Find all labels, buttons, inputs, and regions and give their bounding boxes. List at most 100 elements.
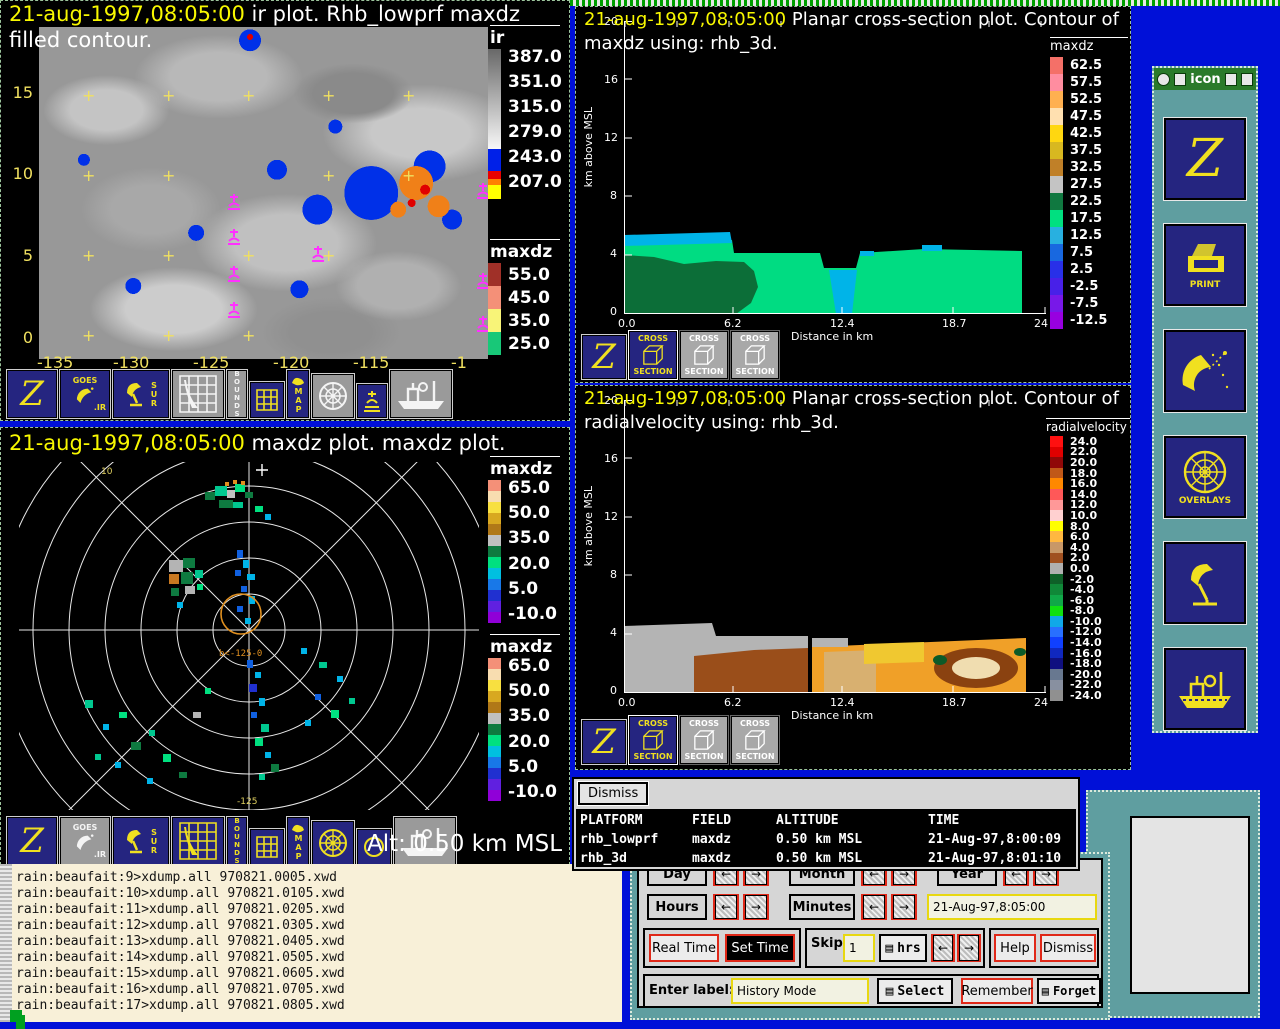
xsec-radial-plot[interactable] <box>624 400 1046 693</box>
ir-colorbar-labels: 387.0351.0315.0279.0243.0207.0 <box>508 45 562 195</box>
colorbar-entry: 37.5 <box>1050 142 1107 159</box>
map-button[interactable]: MAP <box>287 817 309 865</box>
skip-value-field[interactable] <box>843 934 875 962</box>
goes-ir-button[interactable]: GOES.IR <box>60 817 110 865</box>
grid-plus-marker: + <box>242 248 255 264</box>
colorbar-swatch <box>488 491 501 502</box>
xsec-maxdz-plot[interactable] <box>624 21 1046 314</box>
cross-section-button-2[interactable]: CROSSSECTION <box>680 331 728 379</box>
window-minimize-button[interactable] <box>1225 73 1237 86</box>
zeb-main-button[interactable]: Z <box>1164 118 1246 200</box>
minutes-increment-button[interactable]: → <box>891 894 917 920</box>
terminal-scrollbar[interactable] <box>0 864 12 1022</box>
arrow-left-icon: ← <box>863 895 885 919</box>
colorbar-swatch <box>488 680 501 691</box>
colorbar-swatch <box>488 546 501 557</box>
ship-platform-button[interactable] <box>1164 648 1246 730</box>
platform-table-row: rhb_3dmaxdz0.50 km MSL21-Aug-97,8:01:10 <box>580 849 1072 868</box>
colorbar-entry: 22.5 <box>1050 193 1107 210</box>
ppi-radar-display[interactable]: b<-125-0 10 -125 <box>19 462 479 810</box>
radar-antenna-button[interactable] <box>1164 542 1246 624</box>
time-dismiss-button[interactable]: Dismiss <box>1040 934 1096 962</box>
cross-section-button-3[interactable]: CROSSSECTION <box>731 331 779 379</box>
ppi-colorbar-title: maxdz <box>490 456 560 479</box>
platform-dismiss-button[interactable]: Dismiss <box>578 782 648 805</box>
terminal-line: rain:beaufait:11>xdump.all 970821.0205.x… <box>16 902 345 918</box>
skip-back-button[interactable]: ← <box>931 934 955 962</box>
cube-icon <box>692 729 716 751</box>
ir-toolbar: Z GOES.IR SUR BOUNDS MAP <box>7 370 452 418</box>
cross-section-button-3[interactable]: CROSSSECTION <box>731 716 779 764</box>
platform-status-dialog: Dismiss PLATFORMFIELDALTITUDETIME rhb_lo… <box>572 777 1080 871</box>
set-time-button[interactable]: Set Time <box>725 934 795 962</box>
hours-increment-button[interactable]: → <box>743 894 769 920</box>
menu-icon: ▤ <box>1042 984 1049 998</box>
zeb-logo-button[interactable]: Z <box>582 335 626 379</box>
zeb-logo-button[interactable]: Z <box>582 720 626 764</box>
colorbar-tick: 50.0 <box>508 683 557 700</box>
radar-grid-icon <box>178 821 218 861</box>
select-button[interactable]: ▤Select <box>877 978 953 1004</box>
overlay-wheel-button[interactable] <box>312 821 354 865</box>
ppi-plot-timestamp: 21-aug-1997,08:05:00 <box>9 431 245 455</box>
colorbar-swatch <box>488 513 501 524</box>
enter-label-caption: Enter label: <box>649 983 734 998</box>
small-grid-button[interactable] <box>250 382 284 418</box>
bounds-button[interactable]: BOUNDS <box>227 817 247 865</box>
colorbar-entry: -7.5 <box>1050 295 1107 312</box>
overlay-wheel-button[interactable] <box>312 374 354 418</box>
minutes-label: Minutes <box>789 894 855 920</box>
colorbar-entry: -12.5 <box>1050 312 1107 329</box>
cross-section-button-1[interactable]: CROSSSECTION <box>629 331 677 379</box>
zeb-logo-button[interactable]: Z <box>7 817 57 865</box>
terminal-line: rain:beaufait:16>xdump.all 970821.0705.x… <box>16 982 345 998</box>
map-icon <box>291 375 305 387</box>
map-icon <box>291 822 305 834</box>
label-entry-field[interactable] <box>731 978 869 1004</box>
cube-icon <box>743 729 767 751</box>
empty-panel <box>1130 816 1250 994</box>
ppi-range-label-top: 10 <box>101 467 113 477</box>
bounds-button[interactable]: BOUNDS <box>227 370 247 418</box>
grid-plus-marker: + <box>322 168 335 184</box>
print-button[interactable]: PRINT <box>1164 224 1246 306</box>
overlays-button[interactable]: OVERLAYS <box>1164 436 1246 518</box>
radar-antenna-icon <box>1183 558 1227 608</box>
forget-button[interactable]: ▤Forget <box>1037 978 1101 1004</box>
radar-grid-button[interactable] <box>172 817 224 865</box>
grid-plus-marker: + <box>162 88 175 104</box>
surveillance-button[interactable]: SUR <box>113 370 169 418</box>
real-time-button[interactable]: Real Time <box>649 934 719 962</box>
buoy-button[interactable] <box>357 384 387 418</box>
map-button[interactable]: MAP <box>287 370 309 418</box>
cross-section-button-1[interactable]: CROSSSECTION <box>629 716 677 764</box>
skip-units-button[interactable]: ▤hrs <box>879 934 927 962</box>
satellite-button[interactable] <box>1164 330 1246 412</box>
platform-table: PLATFORMFIELDALTITUDETIME rhb_lowprfmaxd… <box>576 809 1076 867</box>
window-maximize-button[interactable] <box>1241 73 1253 86</box>
skip-forward-button[interactable]: → <box>957 934 981 962</box>
ppi-colorbar-1 <box>488 480 501 623</box>
minutes-decrement-button[interactable]: ← <box>861 894 887 920</box>
goes-ir-button[interactable]: GOES.IR <box>60 370 110 418</box>
window-doc-icon <box>1174 73 1186 86</box>
cross-section-button-2[interactable]: CROSSSECTION <box>680 716 728 764</box>
grid-plus-marker: + <box>402 88 415 104</box>
terminal-window[interactable]: rain:beaufait:9>xdump.all 970821.0005.xw… <box>0 864 622 1022</box>
colorbar-entry: 62.5 <box>1050 57 1107 74</box>
radar-grid-button[interactable] <box>172 370 224 418</box>
grid-plus-marker: + <box>162 168 175 184</box>
window-menu-button[interactable] <box>1157 73 1170 86</box>
remember-button[interactable]: Remember <box>961 978 1033 1004</box>
zeb-logo-button[interactable]: Z <box>7 370 57 418</box>
small-grid-button[interactable] <box>250 829 284 865</box>
ship-button[interactable] <box>390 370 452 418</box>
surveillance-button[interactable]: SUR <box>113 817 169 865</box>
satellite-image[interactable]: + + + + + + + + + + + + + + + + <box>39 27 488 359</box>
time-value-field[interactable] <box>927 894 1097 920</box>
help-button[interactable]: Help <box>994 934 1036 962</box>
colorbar-swatch <box>488 480 501 491</box>
hours-decrement-button[interactable]: ← <box>713 894 739 920</box>
colorbar-swatch <box>488 702 501 713</box>
arrow-right-icon: → <box>745 895 767 919</box>
